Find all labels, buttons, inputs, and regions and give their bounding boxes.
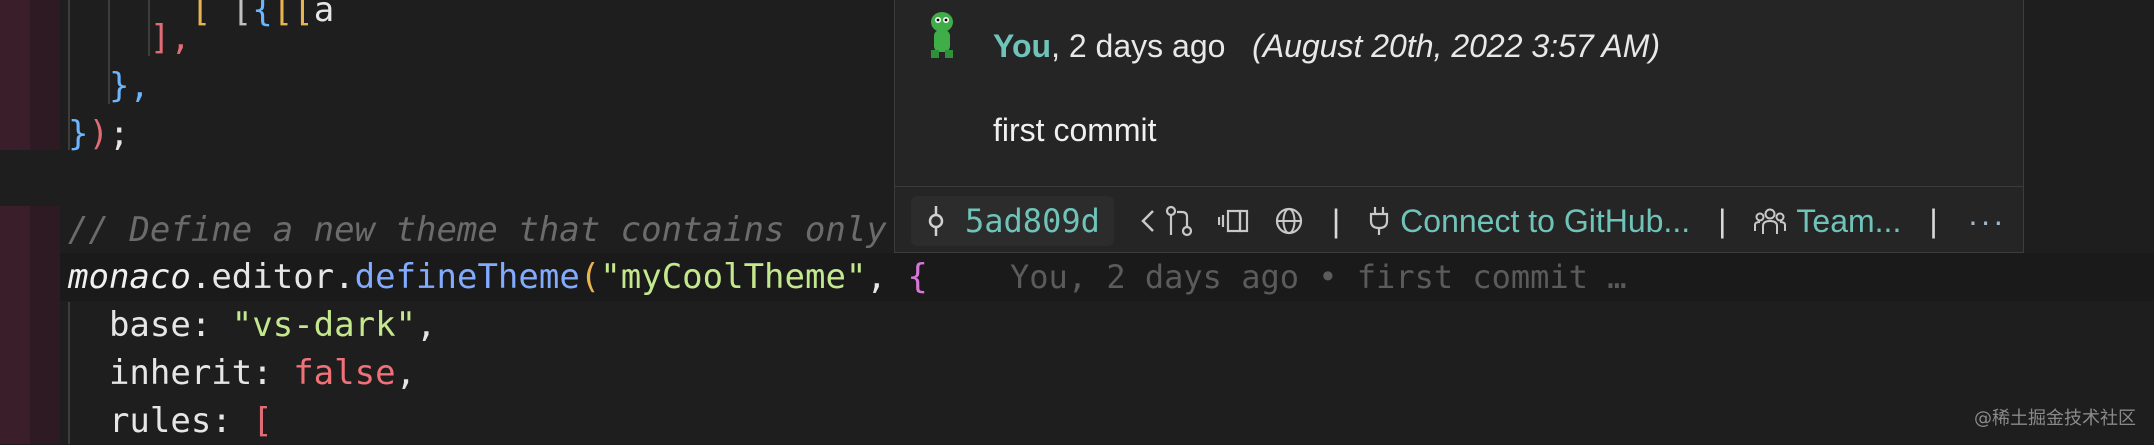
connect-github-link[interactable]: Connect to GitHub... [1368,203,1690,240]
compare-icon [1165,205,1192,237]
commit-message: first commit [993,112,1157,148]
change-marker [0,0,60,150]
web-icon [1275,207,1302,235]
more-icon[interactable]: ··· [1968,203,2006,240]
open-on-remote-button[interactable] [1274,206,1304,236]
team-icon [1754,208,1787,234]
code-line[interactable]: base: "vs-dark", [68,301,437,349]
blame-hover-card: You, 2 days ago (August 20th, 2022 3:57 … [894,0,2024,253]
separator: | [1929,202,1938,239]
code-line[interactable]: }); [68,110,129,158]
open-changes-button[interactable] [1217,208,1250,234]
commit-sha: 5ad809d [965,202,1100,240]
code-line[interactable]: }, [68,62,150,110]
separator: | [1331,202,1341,239]
watermark: @稀土掘金技术社区 [1974,408,2136,429]
plug-icon [1370,207,1389,235]
connect-github-label: Connect to GitHub... [1400,202,1691,239]
inline-blame-annotation[interactable]: You, 2 days ago • first commit … [1010,253,1627,301]
code-line[interactable]: rules: [ [68,397,273,445]
commit-date: (August 20th, 2022 3:57 AM) [1252,28,1661,64]
code-line-current[interactable]: monaco.editor.defineTheme("myCoolTheme",… [68,253,928,301]
commit-icon [928,206,944,236]
compare-button[interactable] [1164,205,1194,237]
author-name[interactable]: You [993,28,1051,64]
previous-revision-button[interactable] [1140,208,1156,234]
relative-date: , 2 days ago [1051,28,1226,64]
change-marker [0,206,60,444]
editor-gutter [0,0,60,444]
open-changes-icon [1217,209,1248,233]
separator: | [1718,202,1727,239]
divider [895,186,2023,187]
author-line: You, 2 days ago (August 20th, 2022 3:57 … [993,28,1660,65]
code-line[interactable]: inherit: false, [68,349,416,397]
comment-line[interactable]: // Define a new theme that contains only… [68,206,928,254]
code-line[interactable]: ], [68,14,191,62]
team-label: Team... [1796,202,1902,239]
commit-sha-button[interactable]: 5ad809d [911,196,1114,246]
hover-footer: 5ad809d | Connect to GitHub... | Team...… [911,196,2013,246]
previous-icon [1141,210,1154,232]
avatar-icon [931,12,953,58]
team-link[interactable]: Team... [1754,203,1901,240]
